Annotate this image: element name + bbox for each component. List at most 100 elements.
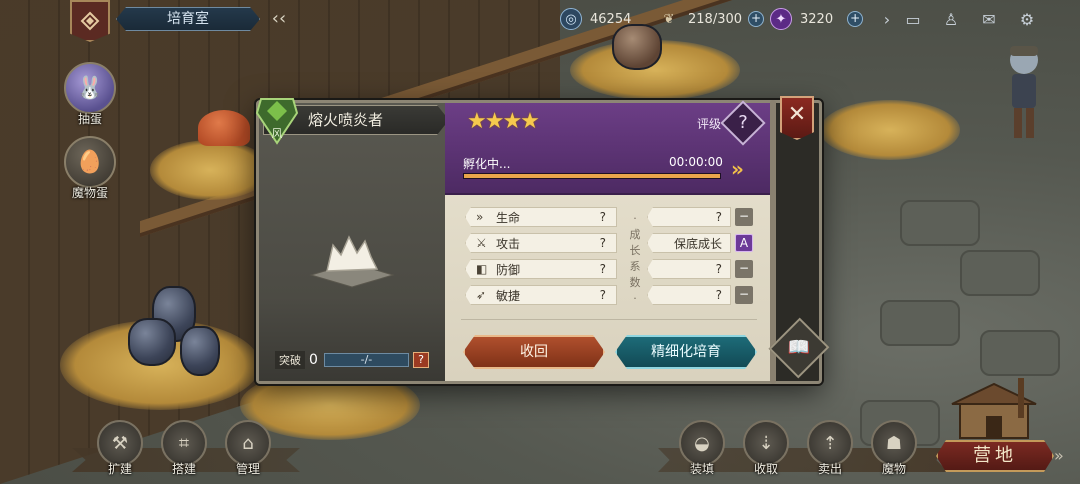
mushroom-monster: [198, 110, 250, 146]
room-title: 培育室: [116, 7, 260, 31]
home-badge[interactable]: [70, 0, 110, 42]
growth-value: ?: [715, 288, 722, 302]
element-glyph: 风: [272, 127, 283, 140]
chat-icon[interactable]: ▭: [898, 6, 928, 32]
egg-detail-dialog: 熔火喷炎者 风 突破 0 -/- ? ★★★★ 评级 ? 孵化中... 00:0…: [255, 98, 822, 384]
side-button-label: 魔物蛋: [71, 186, 108, 200]
bottom-button-label: 收取: [753, 462, 778, 476]
add-food-button[interactable]: +: [748, 11, 765, 27]
hero-character[interactable]: [996, 38, 1052, 148]
hay-pile: [150, 140, 270, 200]
stat-row-defense: ◧ 防御 ?: [465, 259, 617, 279]
egg-nest-icon: 🥚: [64, 136, 116, 188]
breakthrough-label: 突破: [275, 351, 305, 369]
resource-value: 46254: [590, 11, 632, 27]
stat-name: 生命: [496, 210, 521, 225]
growth-value: 保底成长: [673, 236, 722, 251]
growth-row-defense: ?: [647, 259, 731, 279]
profile-icon[interactable]: ♙: [936, 6, 966, 32]
stat-value: ?: [599, 262, 606, 276]
stat-row-hp: » 生命 ?: [465, 207, 617, 227]
stat-value: ?: [599, 236, 606, 250]
stat-value: ?: [599, 210, 606, 224]
food-leaf-icon: ❦: [663, 11, 675, 27]
growth-value: ?: [715, 210, 722, 224]
book-search-icon: 📖: [787, 337, 811, 358]
load-button[interactable]: ◒ 装填: [672, 420, 732, 477]
breakthrough-row: 突破 0 -/- ?: [275, 351, 429, 369]
stat-name: 防御: [496, 262, 521, 277]
camp-house-icon: [951, 378, 1037, 439]
wind-element-icon: 风: [255, 98, 299, 145]
growth-row-attack: 保底成长: [647, 233, 731, 253]
bottom-button-label: 管理: [235, 462, 260, 476]
expand-button[interactable]: ⚒ 扩建: [90, 420, 150, 477]
collect-button[interactable]: ⇣ 收取: [736, 420, 796, 477]
hatched-egg-icon: [309, 235, 395, 288]
build-button[interactable]: ⌗ 搭建: [154, 420, 214, 477]
stat-row-attack: ⚔ 攻击 ?: [465, 233, 617, 253]
resource-food: ❦ 218/300 +: [658, 6, 765, 32]
wing-icon: ➶: [476, 288, 487, 302]
sell-button[interactable]: ⇡ 卖出: [800, 420, 860, 477]
breakthrough-help-button[interactable]: ?: [413, 352, 429, 368]
star-rating: ★★★★: [467, 109, 540, 134]
mail-icon[interactable]: ✉: [974, 6, 1004, 32]
panel-divider: [461, 319, 757, 320]
rabbit-egg-icon: 🐰: [64, 62, 116, 114]
resource-gem: ✦ 3220 +: [770, 6, 864, 32]
close-button[interactable]: ✕: [780, 96, 814, 140]
growth-grade-badge: A: [735, 234, 753, 252]
recall-button[interactable]: 收回: [463, 335, 605, 369]
breakthrough-bar: -/-: [323, 353, 409, 367]
hatch-progress-fill: [464, 174, 720, 178]
bottom-button-label: 魔物: [881, 462, 906, 476]
bottom-button-label: 装填: [689, 462, 714, 476]
monster-preview-panel: 熔火喷炎者 风 突破 0 -/- ?: [255, 98, 445, 381]
side-button-label: 抽蛋: [77, 112, 102, 126]
monster-egg-button[interactable]: 🥚 魔物蛋: [61, 136, 119, 201]
rank-label: 评级: [696, 117, 721, 131]
manage-button[interactable]: ⌂ 管理: [218, 420, 278, 477]
hatch-timer: 00:00:00: [669, 155, 723, 169]
stat-name: 敏捷: [496, 288, 521, 303]
refine-breeding-button[interactable]: 精细化培育: [615, 335, 757, 369]
floor-tile: [980, 330, 1060, 376]
floor-tile: [960, 250, 1040, 296]
collapse-chevron-icon[interactable]: ‹‹: [266, 8, 292, 30]
bottom-button-label: 卖出: [817, 462, 842, 476]
hp-chevron-icon: »: [476, 210, 484, 224]
growth-row-hp: ?: [647, 207, 731, 227]
growth-minus-badge: −: [735, 286, 753, 304]
purple-gem-icon: ✦: [770, 8, 792, 30]
floor-tile: [900, 200, 980, 246]
floor-tile: [880, 300, 960, 346]
rarity-header: ★★★★ 评级 ? 孵化中... 00:00:00 »: [445, 100, 773, 195]
soul-orb-icon: ◎: [560, 8, 582, 30]
bottom-button-label: 搭建: [171, 462, 196, 476]
fast-forward-button[interactable]: »: [731, 157, 744, 181]
top-bar: 培育室 ‹‹ ◎ 46254 ❦ 218/300 + ✦ 3220 + › ▭ …: [0, 0, 1080, 42]
settings-gear-icon[interactable]: ⚙: [1012, 6, 1042, 32]
growth-minus-badge: −: [735, 260, 753, 278]
sword-icon: ⚔: [476, 236, 487, 250]
rank-badge[interactable]: ?: [720, 100, 766, 146]
resource-soul: ◎ 46254: [560, 6, 631, 32]
hay-pile: [820, 100, 960, 160]
camp-button[interactable]: 营地: [936, 440, 1054, 472]
hatch-progress-bar: [463, 173, 721, 179]
clay-pot: [180, 326, 220, 376]
camp-arrow-icon: »: [1054, 446, 1064, 465]
monster-button[interactable]: ☗ 魔物: [864, 420, 924, 477]
growth-row-agility: ?: [647, 285, 731, 305]
stat-name: 攻击: [496, 236, 521, 251]
stat-value: ?: [599, 288, 606, 302]
resource-value: 218/300: [688, 11, 743, 27]
draw-egg-button[interactable]: 🐰 抽蛋: [61, 62, 119, 127]
growth-value: ?: [715, 262, 722, 276]
resource-value: 3220: [800, 11, 834, 27]
add-gem-button[interactable]: +: [847, 11, 864, 27]
monster-info-panel: ★★★★ 评级 ? 孵化中... 00:00:00 » » 生命 ? ⚔ 攻击 …: [445, 100, 773, 381]
shield-icon: ◧: [476, 262, 488, 276]
hero-sprite: [1010, 46, 1038, 138]
